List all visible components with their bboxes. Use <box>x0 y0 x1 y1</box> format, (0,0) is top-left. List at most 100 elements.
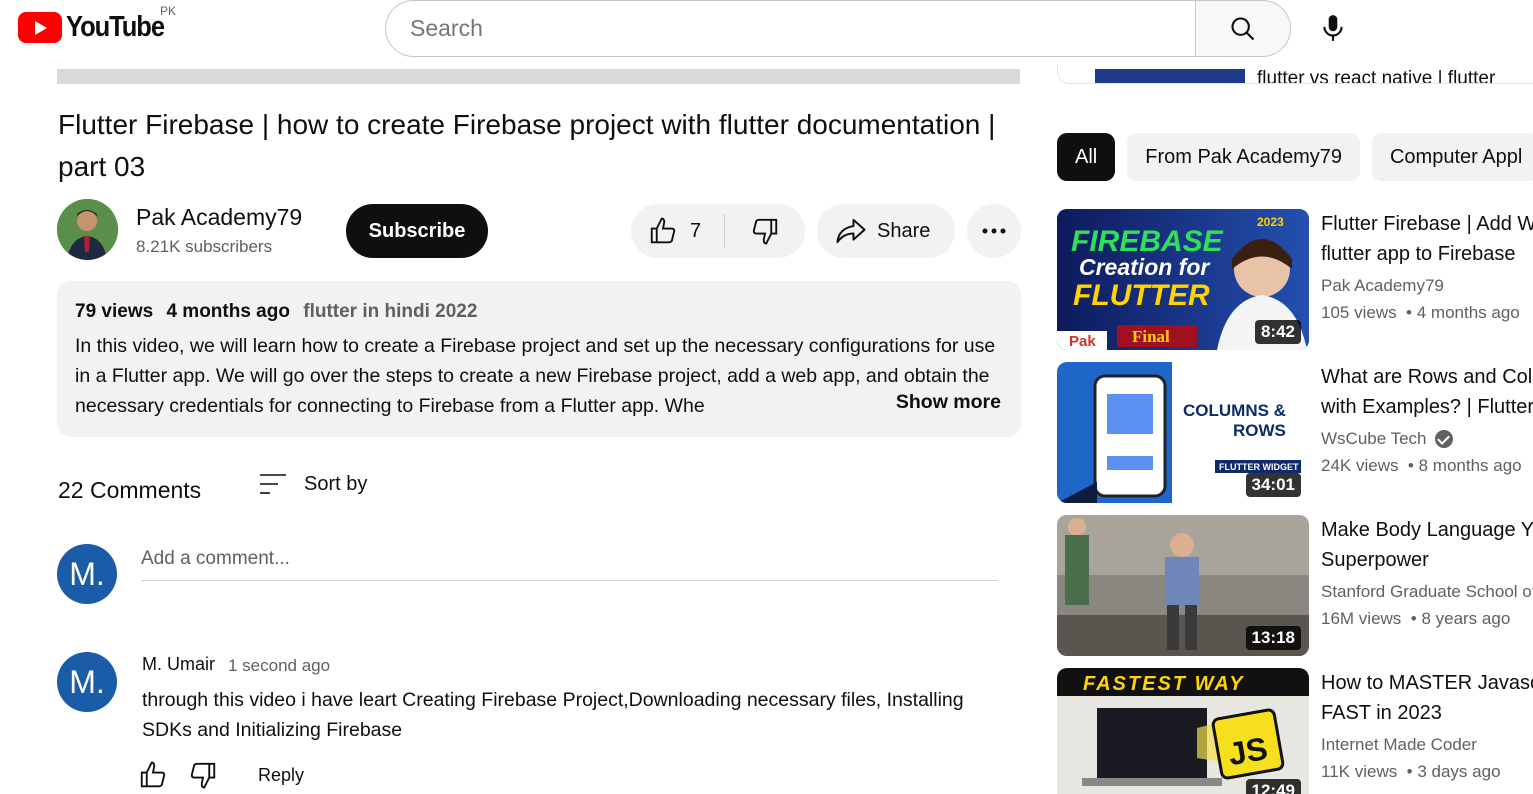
dislike-button[interactable] <box>725 216 805 246</box>
recommendation-thumbnail[interactable]: COLUMNS & ROWS FLUTTER WIDGET 34:01 <box>1057 362 1309 503</box>
recommendation-thumbnail[interactable]: FASTEST WAY JS 12:49 <box>1057 668 1309 794</box>
upload-age: 4 months ago <box>166 301 290 322</box>
upnext-thumbnail <box>1095 69 1245 83</box>
search-button[interactable] <box>1195 0 1291 57</box>
country-code: PK <box>160 4 177 18</box>
thumb-text-year: 2023 <box>1257 215 1284 229</box>
recommendation-item[interactable]: COLUMNS & ROWS FLUTTER WIDGET 34:01 What… <box>1057 362 1533 503</box>
sort-icon <box>260 474 286 494</box>
comment-actions: Reply <box>138 760 304 790</box>
comment-text: through this video i have leart Creating… <box>142 689 964 741</box>
thumb-text-final: Final <box>1132 327 1170 346</box>
thumb-text-columns: COLUMNS & <box>1183 401 1286 420</box>
recommendation-title[interactable]: Make Body Language Your Superpower <box>1321 515 1533 575</box>
subscriber-count: 8.21K subscribers <box>136 237 273 256</box>
recommendation-channel[interactable]: WsCube Tech <box>1321 429 1453 449</box>
upnext-title: flutter vs react native | flutter <box>1257 68 1496 84</box>
thumbnail-image: FASTEST WAY JS <box>1057 668 1309 794</box>
view-count: 105 views <box>1321 303 1397 322</box>
show-more-button[interactable]: Show more <box>889 391 1001 414</box>
thumb-text-brand: Pak <box>1069 333 1096 350</box>
youtube-play-icon <box>18 12 62 43</box>
video-duration: 13:18 <box>1245 626 1301 650</box>
video-player-bottom[interactable] <box>57 69 1020 84</box>
view-count: 11K views <box>1321 762 1398 781</box>
upnext-partial-item[interactable]: flutter vs react native | flutter <box>1057 64 1533 84</box>
search-box <box>385 0 1197 57</box>
sort-label: Sort by <box>304 472 368 495</box>
chip-from-channel[interactable]: From Pak Academy79 <box>1127 133 1360 181</box>
subscribe-button[interactable]: Subscribe <box>346 204 488 258</box>
upload-age: 8 months ago <box>1418 456 1522 475</box>
user-avatar: M. <box>57 544 117 604</box>
thumb-text-fastest: FASTEST WAY <box>1083 673 1245 695</box>
sort-comments-button[interactable]: Sort by <box>258 472 367 496</box>
thumb-text-js: JS <box>1225 730 1270 772</box>
recommendation-item[interactable]: FIREBASE Creation for FLUTTER Final 2023… <box>1057 209 1533 350</box>
upload-age: 4 months ago <box>1416 303 1520 322</box>
recommendation-item[interactable]: 13:18 Make Body Language Your Superpower… <box>1057 515 1533 656</box>
channel-name: Pak Academy79 <box>1321 276 1444 295</box>
like-count: 7 <box>690 219 702 242</box>
thumb-text-flutter: FLUTTER <box>1073 279 1210 312</box>
reply-button[interactable]: Reply <box>258 765 304 786</box>
comment-author[interactable]: M. Umair <box>142 654 215 675</box>
more-horizontal-icon <box>982 228 1006 234</box>
like-button[interactable]: 7 <box>631 214 725 248</box>
recommendation-item[interactable]: FASTEST WAY JS 12:49 How to MASTER Javas… <box>1057 668 1533 794</box>
recommendation-title[interactable]: How to MASTER Javascript FAST in 2023 <box>1321 668 1533 728</box>
more-actions-button[interactable] <box>967 204 1021 258</box>
channel-name[interactable]: Pak Academy79 <box>136 204 302 231</box>
comment-time[interactable]: 1 second ago <box>228 656 330 676</box>
comment-author-avatar[interactable]: M. <box>57 652 117 712</box>
upload-age: 3 days ago <box>1417 762 1501 781</box>
chip-computer-apps[interactable]: Computer Appl <box>1371 133 1533 181</box>
channel-name: WsCube Tech <box>1321 429 1427 448</box>
search-icon <box>1231 16 1255 40</box>
view-count: 16M views <box>1321 609 1402 628</box>
description-box[interactable]: 79 views 4 months ago flutter in hindi 2… <box>57 281 1021 437</box>
video-duration: 34:01 <box>1245 473 1301 497</box>
recommendation-meta: 11K views • 3 days ago <box>1321 762 1501 781</box>
share-button[interactable]: Share <box>817 204 955 258</box>
description-text: In this video, we will learn how to crea… <box>75 335 996 417</box>
channel-avatar-image <box>57 199 118 260</box>
microphone-icon <box>1323 15 1343 41</box>
share-label: Share <box>877 219 931 242</box>
comment-dislike-icon[interactable] <box>188 760 218 790</box>
channel-name: Stanford Graduate School of <box>1321 582 1533 601</box>
recommendation-title[interactable]: Flutter Firebase | Add Web flutter app t… <box>1321 209 1533 269</box>
description-tag[interactable]: flutter in hindi 2022 <box>303 301 477 322</box>
youtube-logo[interactable]: YouTube <box>18 11 177 44</box>
recommendation-channel[interactable]: Internet Made Coder <box>1321 735 1477 755</box>
voice-search-button[interactable] <box>1312 7 1354 49</box>
channel-name: Internet Made Coder <box>1321 735 1477 754</box>
channel-avatar[interactable] <box>57 199 118 260</box>
thumb-text-creation: Creation for <box>1079 254 1210 280</box>
video-duration: 12:49 <box>1245 779 1301 794</box>
recommendation-meta: 24K views • 8 months ago <box>1321 456 1522 475</box>
recommendation-meta: 16M views • 8 years ago <box>1321 609 1511 628</box>
thumb-text-rows: ROWS <box>1233 421 1286 440</box>
masthead: YouTube PK <box>0 0 1533 60</box>
share-icon <box>836 218 866 244</box>
description-meta: 79 views 4 months ago flutter in hindi 2… <box>75 301 1003 331</box>
recommendation-channel[interactable]: Stanford Graduate School of <box>1321 582 1533 602</box>
search-input[interactable] <box>410 15 1197 42</box>
view-count: 24K views <box>1321 456 1399 475</box>
thumbs-up-icon <box>650 217 676 244</box>
comment-like-icon[interactable] <box>138 760 168 790</box>
comments-count: 22 Comments <box>58 477 202 503</box>
chip-all[interactable]: All <box>1057 133 1116 181</box>
thumb-text-widget: FLUTTER WIDGET <box>1219 462 1299 472</box>
view-count: 79 views <box>75 301 154 322</box>
logo-text: YouTube <box>66 11 165 43</box>
like-dislike-group: 7 <box>631 204 805 258</box>
verified-badge-icon <box>1434 430 1453 448</box>
recommendation-channel[interactable]: Pak Academy79 <box>1321 276 1444 296</box>
recommendation-title[interactable]: What are Rows and Columns with Examples?… <box>1321 362 1533 422</box>
video-duration: 8:42 <box>1254 320 1301 344</box>
recommendation-thumbnail[interactable]: FIREBASE Creation for FLUTTER Final 2023… <box>1057 209 1309 350</box>
recommendation-thumbnail[interactable]: 13:18 <box>1057 515 1309 656</box>
add-comment-input[interactable]: Add a comment... <box>141 546 998 581</box>
